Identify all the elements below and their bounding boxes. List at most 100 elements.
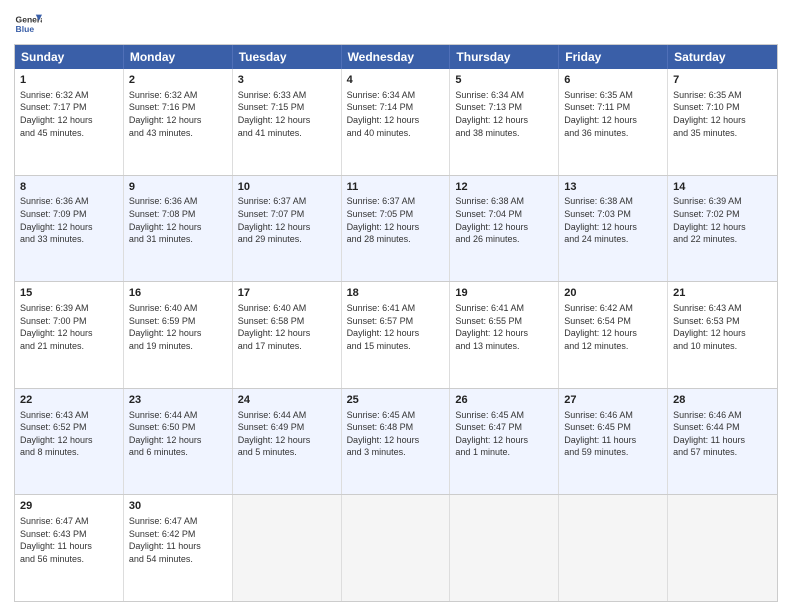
calendar-cell: 2Sunrise: 6:32 AM Sunset: 7:16 PM Daylig… (124, 69, 233, 175)
calendar-cell: 4Sunrise: 6:34 AM Sunset: 7:14 PM Daylig… (342, 69, 451, 175)
calendar-cell: 27Sunrise: 6:46 AM Sunset: 6:45 PM Dayli… (559, 389, 668, 495)
day-info: Sunrise: 6:36 AM Sunset: 7:08 PM Dayligh… (129, 195, 227, 245)
day-info: Sunrise: 6:45 AM Sunset: 6:48 PM Dayligh… (347, 409, 445, 459)
calendar-cell: 20Sunrise: 6:42 AM Sunset: 6:54 PM Dayli… (559, 282, 668, 388)
day-info: Sunrise: 6:33 AM Sunset: 7:15 PM Dayligh… (238, 89, 336, 139)
calendar-cell: 24Sunrise: 6:44 AM Sunset: 6:49 PM Dayli… (233, 389, 342, 495)
day-number: 26 (455, 393, 553, 408)
day-number: 2 (129, 73, 227, 88)
calendar-header-cell: Monday (124, 45, 233, 69)
calendar-cell: 16Sunrise: 6:40 AM Sunset: 6:59 PM Dayli… (124, 282, 233, 388)
day-number: 17 (238, 286, 336, 301)
calendar-cell: 14Sunrise: 6:39 AM Sunset: 7:02 PM Dayli… (668, 176, 777, 282)
day-info: Sunrise: 6:35 AM Sunset: 7:10 PM Dayligh… (673, 89, 772, 139)
day-number: 19 (455, 286, 553, 301)
calendar-header-cell: Wednesday (342, 45, 451, 69)
day-number: 30 (129, 499, 227, 514)
calendar-cell (450, 495, 559, 601)
day-number: 23 (129, 393, 227, 408)
day-info: Sunrise: 6:36 AM Sunset: 7:09 PM Dayligh… (20, 195, 118, 245)
day-number: 11 (347, 180, 445, 195)
calendar-week: 29Sunrise: 6:47 AM Sunset: 6:43 PM Dayli… (15, 494, 777, 601)
day-number: 5 (455, 73, 553, 88)
calendar-cell (342, 495, 451, 601)
calendar-header-cell: Sunday (15, 45, 124, 69)
day-number: 18 (347, 286, 445, 301)
day-info: Sunrise: 6:43 AM Sunset: 6:53 PM Dayligh… (673, 302, 772, 352)
day-number: 8 (20, 180, 118, 195)
day-info: Sunrise: 6:47 AM Sunset: 6:42 PM Dayligh… (129, 515, 227, 565)
day-info: Sunrise: 6:40 AM Sunset: 6:58 PM Dayligh… (238, 302, 336, 352)
calendar-week: 1Sunrise: 6:32 AM Sunset: 7:17 PM Daylig… (15, 69, 777, 175)
calendar-cell (559, 495, 668, 601)
day-number: 29 (20, 499, 118, 514)
calendar-cell: 19Sunrise: 6:41 AM Sunset: 6:55 PM Dayli… (450, 282, 559, 388)
calendar-week: 8Sunrise: 6:36 AM Sunset: 7:09 PM Daylig… (15, 175, 777, 282)
day-info: Sunrise: 6:47 AM Sunset: 6:43 PM Dayligh… (20, 515, 118, 565)
calendar-cell: 12Sunrise: 6:38 AM Sunset: 7:04 PM Dayli… (450, 176, 559, 282)
day-number: 6 (564, 73, 662, 88)
calendar-cell: 13Sunrise: 6:38 AM Sunset: 7:03 PM Dayli… (559, 176, 668, 282)
day-number: 25 (347, 393, 445, 408)
day-info: Sunrise: 6:40 AM Sunset: 6:59 PM Dayligh… (129, 302, 227, 352)
day-number: 20 (564, 286, 662, 301)
day-number: 7 (673, 73, 772, 88)
day-number: 9 (129, 180, 227, 195)
calendar-cell: 18Sunrise: 6:41 AM Sunset: 6:57 PM Dayli… (342, 282, 451, 388)
calendar-header-cell: Tuesday (233, 45, 342, 69)
day-number: 21 (673, 286, 772, 301)
calendar-cell: 21Sunrise: 6:43 AM Sunset: 6:53 PM Dayli… (668, 282, 777, 388)
day-info: Sunrise: 6:44 AM Sunset: 6:50 PM Dayligh… (129, 409, 227, 459)
day-info: Sunrise: 6:44 AM Sunset: 6:49 PM Dayligh… (238, 409, 336, 459)
day-info: Sunrise: 6:32 AM Sunset: 7:17 PM Dayligh… (20, 89, 118, 139)
calendar-body: 1Sunrise: 6:32 AM Sunset: 7:17 PM Daylig… (15, 69, 777, 601)
day-number: 22 (20, 393, 118, 408)
day-info: Sunrise: 6:46 AM Sunset: 6:45 PM Dayligh… (564, 409, 662, 459)
day-info: Sunrise: 6:45 AM Sunset: 6:47 PM Dayligh… (455, 409, 553, 459)
day-info: Sunrise: 6:46 AM Sunset: 6:44 PM Dayligh… (673, 409, 772, 459)
header: General Blue (14, 10, 778, 38)
calendar-cell: 11Sunrise: 6:37 AM Sunset: 7:05 PM Dayli… (342, 176, 451, 282)
day-number: 27 (564, 393, 662, 408)
calendar-cell: 9Sunrise: 6:36 AM Sunset: 7:08 PM Daylig… (124, 176, 233, 282)
day-number: 3 (238, 73, 336, 88)
calendar-week: 22Sunrise: 6:43 AM Sunset: 6:52 PM Dayli… (15, 388, 777, 495)
calendar-cell (233, 495, 342, 601)
day-info: Sunrise: 6:38 AM Sunset: 7:03 PM Dayligh… (564, 195, 662, 245)
day-number: 1 (20, 73, 118, 88)
day-info: Sunrise: 6:35 AM Sunset: 7:11 PM Dayligh… (564, 89, 662, 139)
day-info: Sunrise: 6:32 AM Sunset: 7:16 PM Dayligh… (129, 89, 227, 139)
calendar-cell (668, 495, 777, 601)
calendar-cell: 15Sunrise: 6:39 AM Sunset: 7:00 PM Dayli… (15, 282, 124, 388)
calendar-week: 15Sunrise: 6:39 AM Sunset: 7:00 PM Dayli… (15, 281, 777, 388)
day-info: Sunrise: 6:43 AM Sunset: 6:52 PM Dayligh… (20, 409, 118, 459)
calendar-cell: 5Sunrise: 6:34 AM Sunset: 7:13 PM Daylig… (450, 69, 559, 175)
calendar-cell: 8Sunrise: 6:36 AM Sunset: 7:09 PM Daylig… (15, 176, 124, 282)
day-info: Sunrise: 6:39 AM Sunset: 7:00 PM Dayligh… (20, 302, 118, 352)
calendar-cell: 28Sunrise: 6:46 AM Sunset: 6:44 PM Dayli… (668, 389, 777, 495)
calendar-header: SundayMondayTuesdayWednesdayThursdayFrid… (15, 45, 777, 69)
day-info: Sunrise: 6:37 AM Sunset: 7:05 PM Dayligh… (347, 195, 445, 245)
logo: General Blue (14, 10, 42, 38)
svg-text:Blue: Blue (16, 24, 35, 34)
calendar-cell: 17Sunrise: 6:40 AM Sunset: 6:58 PM Dayli… (233, 282, 342, 388)
calendar-cell: 7Sunrise: 6:35 AM Sunset: 7:10 PM Daylig… (668, 69, 777, 175)
calendar-cell: 26Sunrise: 6:45 AM Sunset: 6:47 PM Dayli… (450, 389, 559, 495)
page: General Blue SundayMondayTuesdayWednesda… (0, 0, 792, 612)
calendar-cell: 6Sunrise: 6:35 AM Sunset: 7:11 PM Daylig… (559, 69, 668, 175)
day-number: 13 (564, 180, 662, 195)
day-info: Sunrise: 6:42 AM Sunset: 6:54 PM Dayligh… (564, 302, 662, 352)
calendar-header-cell: Saturday (668, 45, 777, 69)
day-info: Sunrise: 6:41 AM Sunset: 6:55 PM Dayligh… (455, 302, 553, 352)
calendar-cell: 23Sunrise: 6:44 AM Sunset: 6:50 PM Dayli… (124, 389, 233, 495)
calendar-cell: 30Sunrise: 6:47 AM Sunset: 6:42 PM Dayli… (124, 495, 233, 601)
day-number: 24 (238, 393, 336, 408)
day-number: 4 (347, 73, 445, 88)
day-number: 12 (455, 180, 553, 195)
day-info: Sunrise: 6:39 AM Sunset: 7:02 PM Dayligh… (673, 195, 772, 245)
day-info: Sunrise: 6:34 AM Sunset: 7:13 PM Dayligh… (455, 89, 553, 139)
day-number: 16 (129, 286, 227, 301)
day-number: 28 (673, 393, 772, 408)
calendar-header-cell: Thursday (450, 45, 559, 69)
logo-icon: General Blue (14, 10, 42, 38)
